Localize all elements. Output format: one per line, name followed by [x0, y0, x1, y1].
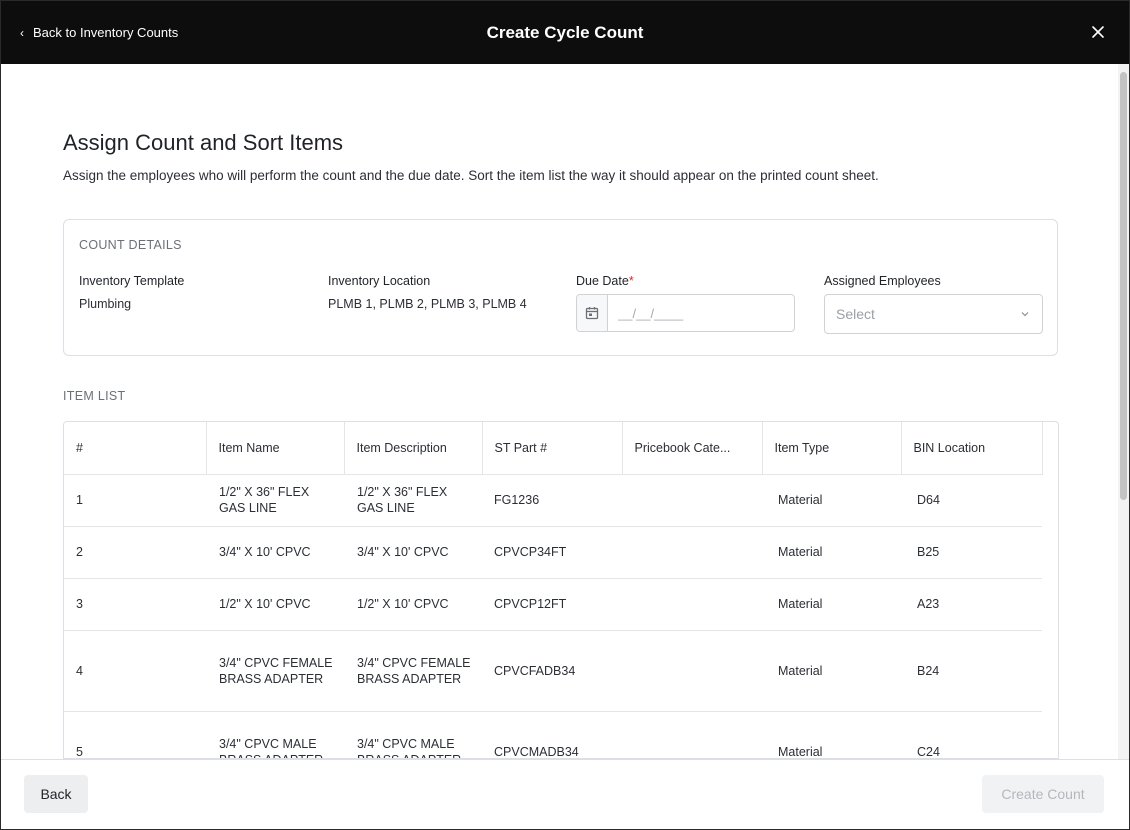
assigned-employees-label: Assigned Employees — [824, 274, 941, 288]
close-button[interactable] — [1089, 23, 1107, 41]
cell-number: 5 — [64, 711, 206, 758]
cell-item-type: Material — [762, 526, 901, 579]
cell-bin-location: B25 — [901, 526, 1042, 579]
cell-bin-location: B24 — [901, 630, 1042, 712]
page-title: Assign Count and Sort Items — [63, 130, 344, 155]
column-header-item-type[interactable]: Item Type — [762, 422, 902, 475]
page-scrollbar[interactable] — [1118, 64, 1129, 759]
page-description: Assign the employees who will perform th… — [63, 168, 879, 183]
cell-number: 4 — [64, 630, 206, 712]
column-header-st-part[interactable]: ST Part # — [482, 422, 623, 475]
due-date-input-group — [576, 294, 795, 332]
cell-st-part: FG1236 — [482, 474, 622, 527]
item-list-table-container: # Item Name Item Description ST Part # P… — [63, 421, 1059, 759]
cell-pricebook-category — [622, 711, 762, 758]
count-details-card: COUNT DETAILS Inventory Template Plumbin… — [63, 219, 1058, 356]
cell-item-description: 1/2" X 36" FLEX GAS LINE — [344, 474, 482, 527]
cell-number: 1 — [64, 474, 206, 527]
cell-pricebook-category — [622, 630, 762, 712]
calendar-icon — [585, 307, 599, 320]
inventory-template-field: Inventory Template Plumbing — [79, 274, 184, 311]
inventory-location-label: Inventory Location — [328, 274, 431, 288]
cell-st-part: CPVCP12FT — [482, 578, 622, 631]
cell-item-name: 1/2" X 36" FLEX GAS LINE — [206, 474, 344, 527]
cell-item-type: Material — [762, 630, 901, 712]
assigned-employees-select[interactable]: Select — [824, 294, 1043, 334]
cell-item-description: 3/4" CPVC MALE BRASS ADAPTER — [344, 711, 482, 758]
table-row[interactable]: 3 1/2" X 10' CPVC 1/2" X 10' CPVC CPVCP1… — [64, 578, 1042, 631]
column-header-bin-location[interactable]: BIN Location — [901, 422, 1043, 475]
back-button[interactable]: Back — [24, 775, 88, 813]
back-link-label: Back to Inventory Counts — [33, 25, 179, 40]
due-date-label: Due Date* — [576, 274, 634, 288]
chevron-left-icon: ‹ — [20, 25, 24, 40]
cell-pricebook-category — [622, 578, 762, 631]
create-count-button[interactable]: Create Count — [982, 775, 1104, 813]
inventory-template-value: Plumbing — [79, 297, 132, 311]
table-row[interactable]: 2 3/4" X 10' CPVC 3/4" X 10' CPVC CPVCP3… — [64, 526, 1042, 579]
cell-bin-location: A23 — [901, 578, 1042, 631]
cell-bin-location: D64 — [901, 474, 1042, 527]
back-to-inventory-counts-link[interactable]: ‹ Back to Inventory Counts — [20, 1, 178, 64]
due-date-label-text: Due Date — [576, 274, 629, 288]
cell-st-part: CPVCMADB34 — [482, 711, 622, 758]
page-scrollbar-thumb[interactable] — [1120, 72, 1127, 500]
table-row[interactable]: 1 1/2" X 36" FLEX GAS LINE 1/2" X 36" FL… — [64, 474, 1042, 527]
item-list-table: # Item Name Item Description ST Part # P… — [64, 422, 1043, 758]
cell-item-name: 1/2" X 10' CPVC — [206, 578, 344, 631]
top-bar: ‹ Back to Inventory Counts Create Cycle … — [1, 1, 1129, 64]
item-list-label: ITEM LIST — [63, 389, 126, 403]
cell-number: 2 — [64, 526, 206, 579]
cell-item-description: 3/4" X 10' CPVC — [344, 526, 482, 579]
cell-st-part: CPVCFADB34 — [482, 630, 622, 712]
inventory-location-value: PLMB 1, PLMB 2, PLMB 3, PLMB 4 — [328, 297, 527, 311]
column-header-item-description[interactable]: Item Description — [344, 422, 483, 475]
column-header-pricebook-category[interactable]: Pricebook Cate... — [622, 422, 763, 475]
cell-item-name: 3/4" X 10' CPVC — [206, 526, 344, 579]
table-row[interactable]: 5 3/4" CPVC MALE BRASS ADAPTER 3/4" CPVC… — [64, 711, 1042, 758]
count-details-label: COUNT DETAILS — [79, 238, 182, 252]
table-row[interactable]: 4 3/4" CPVC FEMALE BRASS ADAPTER 3/4" CP… — [64, 630, 1042, 712]
cell-pricebook-category — [622, 526, 762, 579]
chevron-down-icon — [1021, 312, 1029, 317]
cell-item-description: 3/4" CPVC FEMALE BRASS ADAPTER — [344, 630, 482, 712]
table-header-row: # Item Name Item Description ST Part # P… — [64, 422, 1043, 475]
due-date-input[interactable] — [608, 295, 794, 331]
inventory-location-field: Inventory Location PLMB 1, PLMB 2, PLMB … — [328, 274, 527, 311]
date-picker-button[interactable] — [577, 295, 608, 331]
cell-item-name: 3/4" CPVC FEMALE BRASS ADAPTER — [206, 630, 344, 712]
create-cycle-count-window: ‹ Back to Inventory Counts Create Cycle … — [0, 0, 1130, 830]
cell-st-part: CPVCP34FT — [482, 526, 622, 579]
column-header-number[interactable]: # — [64, 422, 207, 475]
inventory-template-label: Inventory Template — [79, 274, 185, 288]
close-icon — [1092, 26, 1104, 38]
cell-item-type: Material — [762, 578, 901, 631]
cell-item-description: 1/2" X 10' CPVC — [344, 578, 482, 631]
cell-item-type: Material — [762, 474, 901, 527]
cell-item-name: 3/4" CPVC MALE BRASS ADAPTER — [206, 711, 344, 758]
cell-pricebook-category — [622, 474, 762, 527]
assigned-employees-placeholder: Select — [836, 306, 875, 322]
column-header-item-name[interactable]: Item Name — [206, 422, 345, 475]
required-asterisk: * — [628, 274, 634, 288]
modal-footer: Back Create Count — [1, 759, 1129, 829]
cell-number: 3 — [64, 578, 206, 631]
cell-bin-location: C24 — [901, 711, 1042, 758]
cell-item-type: Material — [762, 711, 901, 758]
